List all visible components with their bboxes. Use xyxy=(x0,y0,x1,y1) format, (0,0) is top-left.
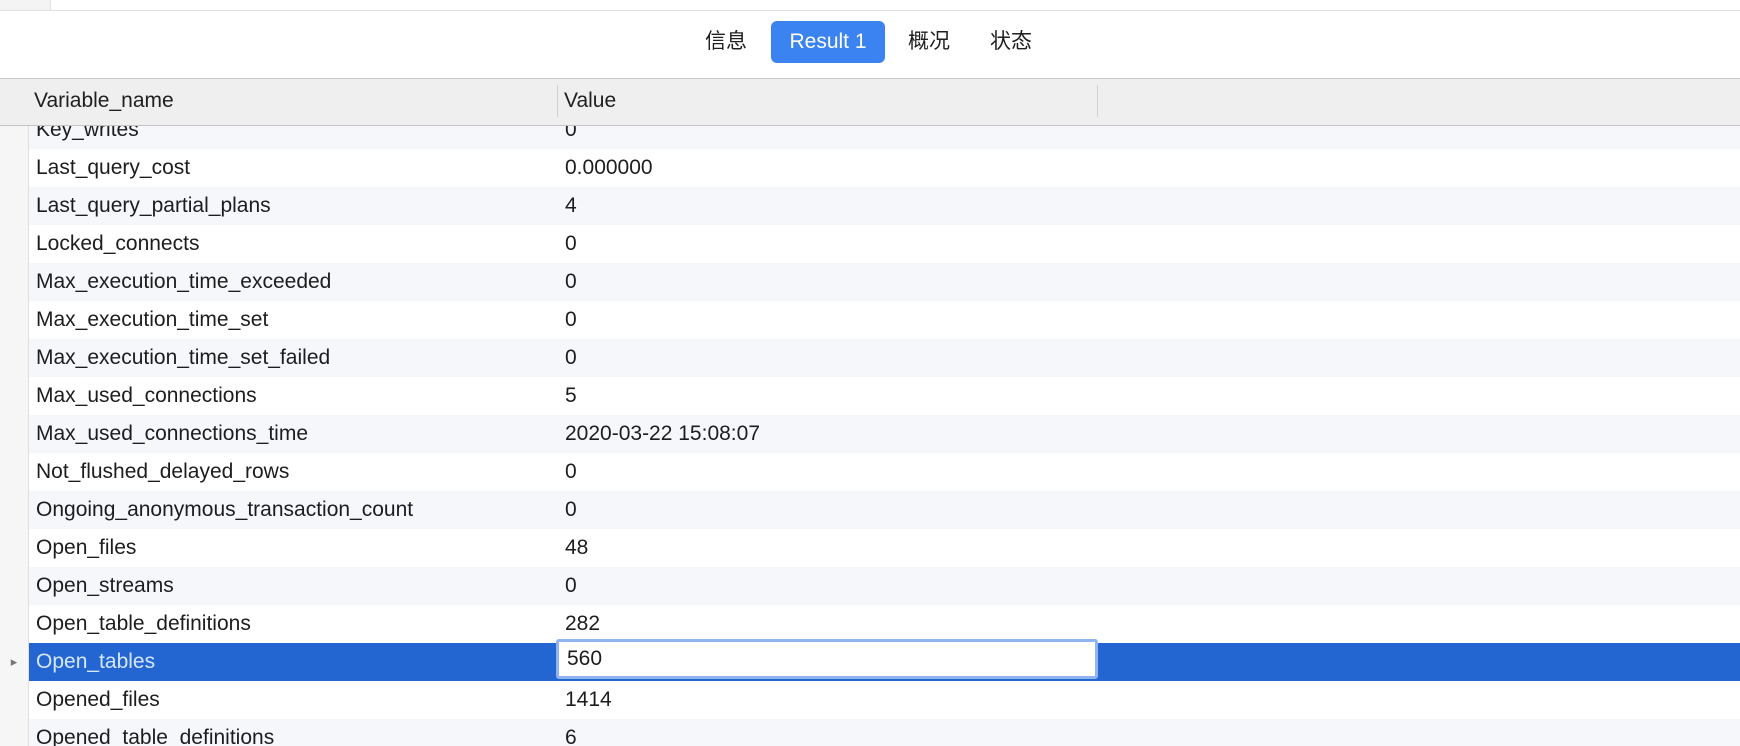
cell-variable-name[interactable]: Max_used_connections xyxy=(36,377,556,415)
row-gutter[interactable] xyxy=(0,681,29,719)
cell-value[interactable]: 0 xyxy=(565,491,1095,529)
cell-variable-name[interactable]: Opened_files xyxy=(36,681,556,719)
row-gutter[interactable] xyxy=(0,339,29,377)
top-strip xyxy=(0,0,1740,11)
row-gutter[interactable] xyxy=(0,605,29,643)
cell-value[interactable]: 4 xyxy=(565,187,1095,225)
grid-header: Variable_name Value xyxy=(0,79,1740,126)
table-row[interactable]: Max_used_connections_time 2020-03-22 15:0… xyxy=(0,415,1740,453)
cell-variable-name[interactable]: Not_flushed_delayed_rows xyxy=(36,453,556,491)
row-gutter[interactable] xyxy=(0,225,29,263)
row-gutter[interactable] xyxy=(0,529,29,567)
cell-variable-name[interactable]: Open_tables xyxy=(36,643,556,681)
table-row[interactable]: Last_query_partial_plans 4 xyxy=(0,187,1740,225)
row-gutter[interactable] xyxy=(0,301,29,339)
cell-value[interactable]: 2020-03-22 15:08:07 xyxy=(565,415,1095,453)
cell-value[interactable]: 0 xyxy=(565,225,1095,263)
cell-variable-name[interactable]: Max_execution_time_exceeded xyxy=(36,263,556,301)
cell-value[interactable]: 0 xyxy=(565,301,1095,339)
table-row[interactable]: Ongoing_anonymous_transaction_count 0 xyxy=(0,491,1740,529)
cell-variable-name[interactable]: Max_used_connections_time xyxy=(36,415,556,453)
cell-value[interactable]: 0 xyxy=(565,567,1095,605)
table-row[interactable]: Opened_files 1414 xyxy=(0,681,1740,719)
table-row[interactable]: Max_execution_time_set_failed 0 xyxy=(0,339,1740,377)
cell-value[interactable]: 0 xyxy=(565,126,1095,149)
cell-value[interactable]: 0 xyxy=(565,263,1095,301)
cell-value[interactable]: 0 xyxy=(565,453,1095,491)
cell-value[interactable]: 0.000000 xyxy=(565,149,1095,187)
table-row[interactable]: Open_files 48 xyxy=(0,529,1740,567)
tab-info[interactable]: 信息 xyxy=(690,21,762,63)
cell-value[interactable]: 6 xyxy=(565,719,1095,746)
table-row[interactable]: ▸ Open_tables 560 xyxy=(0,639,1740,681)
tab-status[interactable]: 状态 xyxy=(975,21,1047,63)
cell-variable-name[interactable]: Open_files xyxy=(36,529,556,567)
table-row[interactable]: Open_streams 0 xyxy=(0,567,1740,605)
table-row[interactable]: Locked_connects 0 xyxy=(0,225,1740,263)
row-gutter[interactable] xyxy=(0,453,29,491)
cell-value[interactable]: 282 xyxy=(565,605,1095,643)
table-row[interactable]: Opened_table_definitions 6 xyxy=(0,719,1740,746)
row-gutter[interactable] xyxy=(0,187,29,225)
cell-variable-name[interactable]: Open_table_definitions xyxy=(36,605,556,643)
table-row[interactable]: Not_flushed_delayed_rows 0 xyxy=(0,453,1740,491)
top-left-corner xyxy=(0,0,51,10)
cell-value[interactable]: 1414 xyxy=(565,681,1095,719)
tab-overview[interactable]: 概况 xyxy=(893,21,965,63)
cell-value[interactable]: 5 xyxy=(565,377,1095,415)
row-selected-marker-icon[interactable]: ▸ xyxy=(0,643,29,681)
cell-variable-name[interactable]: Open_streams xyxy=(36,567,556,605)
cell-value[interactable]: 0 xyxy=(565,339,1095,377)
row-gutter[interactable] xyxy=(0,567,29,605)
result-tab-bar: 信息 Result 1 概况 状态 xyxy=(0,11,1740,79)
cell-value-editing[interactable]: 560 xyxy=(556,639,1098,679)
row-gutter[interactable] xyxy=(0,263,29,301)
table-row[interactable]: Open_table_definitions 282 xyxy=(0,605,1740,643)
row-gutter[interactable] xyxy=(0,377,29,415)
cell-variable-name[interactable]: Last_query_cost xyxy=(36,149,556,187)
column-header-value[interactable]: Value xyxy=(558,79,1098,125)
row-gutter[interactable] xyxy=(0,126,29,149)
row-gutter[interactable] xyxy=(0,415,29,453)
cell-variable-name[interactable]: Ongoing_anonymous_transaction_count xyxy=(36,491,556,529)
cell-variable-name[interactable]: Key_writes xyxy=(36,126,556,149)
cell-variable-name[interactable]: Opened_table_definitions xyxy=(36,719,556,746)
table-row[interactable]: Max_used_connections 5 xyxy=(0,377,1740,415)
table-row[interactable]: Max_execution_time_exceeded 0 xyxy=(0,263,1740,301)
table-row[interactable]: Last_query_cost 0.000000 xyxy=(0,149,1740,187)
row-gutter[interactable] xyxy=(0,719,29,746)
column-divider[interactable] xyxy=(1097,85,1098,117)
column-header-variable-name[interactable]: Variable_name xyxy=(28,79,558,125)
table-row[interactable]: Max_execution_time_set 0 xyxy=(0,301,1740,339)
cell-value[interactable]: 48 xyxy=(565,529,1095,567)
table-row[interactable]: Key_writes 0 xyxy=(0,126,1740,149)
cell-variable-name[interactable]: Max_execution_time_set_failed xyxy=(36,339,556,377)
row-gutter[interactable] xyxy=(0,491,29,529)
tab-result-1[interactable]: Result 1 xyxy=(771,21,885,63)
result-grid: Key_writes 0 Last_query_cost 0.000000 Last_q… xyxy=(0,126,1740,746)
cell-variable-name[interactable]: Max_execution_time_set xyxy=(36,301,556,339)
cell-variable-name[interactable]: Last_query_partial_plans xyxy=(36,187,556,225)
row-gutter[interactable] xyxy=(0,149,29,187)
cell-variable-name[interactable]: Locked_connects xyxy=(36,225,556,263)
